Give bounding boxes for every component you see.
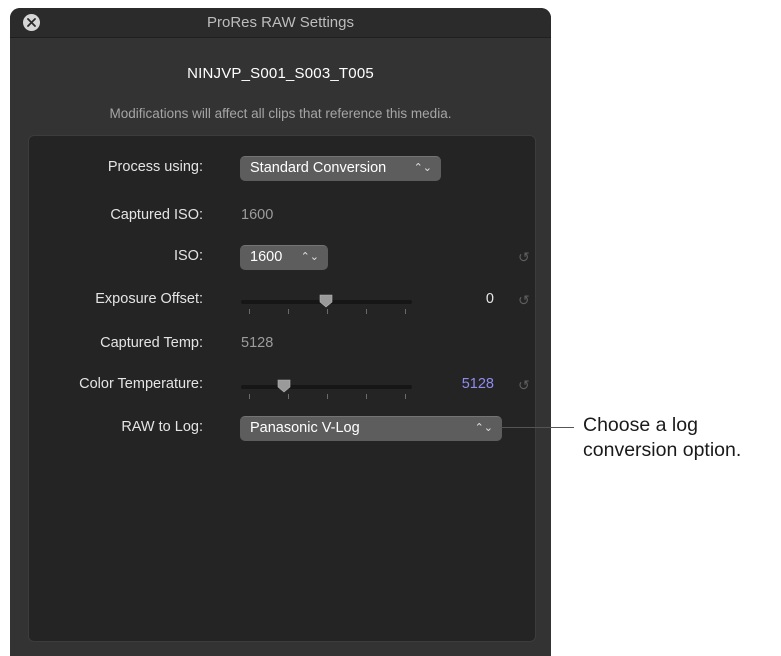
slider-tick	[327, 309, 328, 314]
chevron-updown-icon: ⌃⌄	[413, 162, 432, 174]
callout-line-2: conversion option.	[583, 439, 742, 461]
process-using-label: Process using:	[107, 159, 203, 175]
raw-to-log-label: RAW to Log:	[121, 419, 203, 435]
captured-temp-label: Captured Temp:	[100, 335, 203, 351]
iso-popup[interactable]: 1600 ⌃⌄	[240, 245, 328, 270]
color-temperature-reset-button[interactable]: ↺	[518, 377, 530, 394]
callout-line-1: Choose a log	[583, 414, 698, 436]
process-using-popup[interactable]: Standard Conversion ⌃⌄	[240, 156, 441, 181]
modification-note: Modifications will affect all clips that…	[109, 106, 452, 121]
process-using-value: Standard Conversion	[250, 160, 387, 176]
raw-to-log-popup[interactable]: Panasonic V-Log ⌃⌄	[240, 416, 502, 441]
slider-tick	[249, 394, 250, 399]
clip-name: NINJVP_S001_S003_T005	[187, 65, 374, 82]
reset-icon: ↺	[518, 249, 530, 265]
settings-panel: Process using: Standard Conversion ⌃⌄ Ca…	[28, 135, 536, 642]
color-temperature-slider[interactable]	[241, 379, 412, 399]
title-bar: ProRes RAW Settings	[10, 8, 551, 38]
settings-window: ProRes RAW Settings NINJVP_S001_S003_T00…	[10, 8, 551, 656]
slider-tick	[405, 309, 406, 314]
slider-tick	[366, 394, 367, 399]
slider-tick	[405, 394, 406, 399]
callout-line	[500, 427, 574, 428]
slider-tick	[366, 309, 367, 314]
exposure-offset-label: Exposure Offset:	[95, 291, 203, 307]
slider-tick	[288, 394, 289, 399]
iso-value: 1600	[250, 249, 283, 265]
window-title: ProRes RAW Settings	[207, 14, 354, 31]
exposure-offset-reset-button[interactable]: ↺	[518, 292, 530, 309]
captured-temp-value: 5128	[241, 335, 274, 351]
color-temperature-slider-thumb[interactable]	[277, 379, 291, 393]
iso-label: ISO:	[173, 248, 203, 264]
callout-text: Choose a log conversion option.	[583, 413, 741, 463]
slider-tick	[327, 394, 328, 399]
slider-tick	[249, 309, 250, 314]
chevron-updown-icon: ⌃⌄	[300, 251, 319, 263]
color-temperature-value[interactable]: 5128	[462, 376, 494, 392]
reset-icon: ↺	[518, 292, 530, 308]
slider-tick	[288, 309, 289, 314]
color-temperature-label: Color Temperature:	[79, 376, 203, 392]
exposure-offset-slider[interactable]	[241, 294, 412, 314]
chevron-updown-icon: ⌃⌄	[474, 422, 493, 434]
exposure-offset-slider-thumb[interactable]	[319, 294, 333, 308]
iso-reset-button[interactable]: ↺	[518, 249, 530, 266]
captured-iso-label: Captured ISO:	[110, 207, 203, 223]
raw-to-log-value: Panasonic V-Log	[250, 420, 360, 436]
captured-iso-value: 1600	[241, 207, 274, 223]
exposure-offset-value[interactable]: 0	[486, 291, 494, 307]
reset-icon: ↺	[518, 377, 530, 393]
